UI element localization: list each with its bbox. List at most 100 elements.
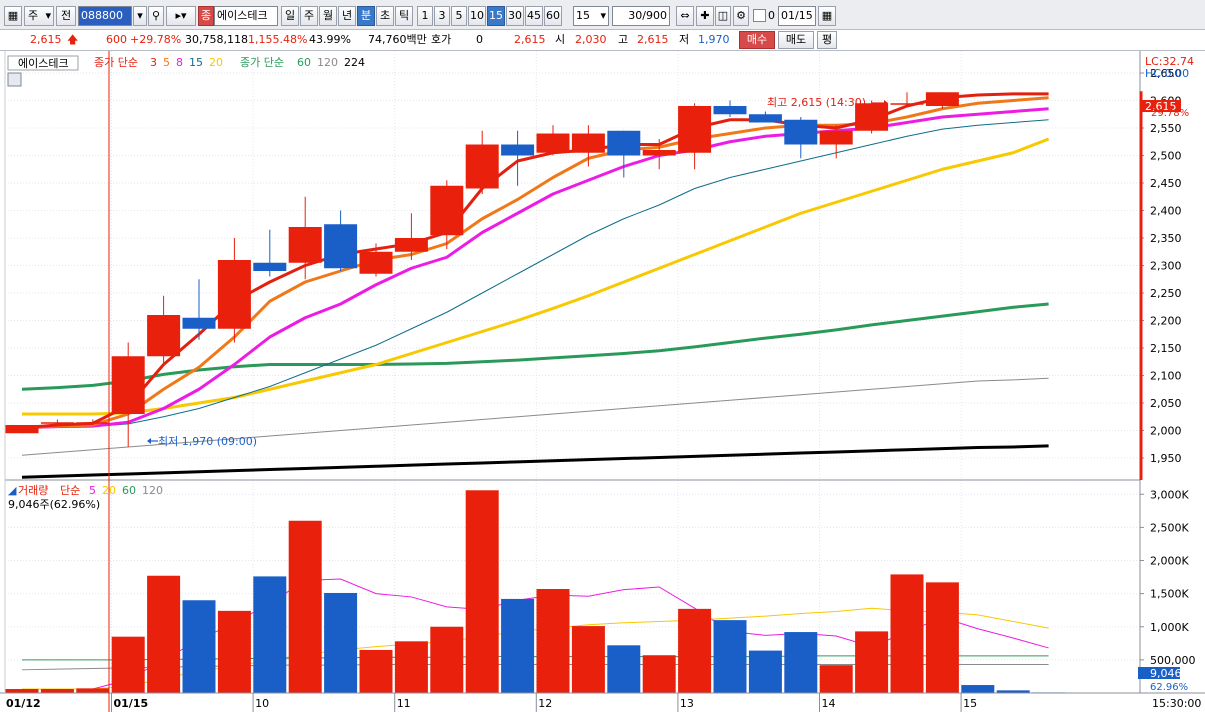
- stock-name-field[interactable]: 에이스테크: [214, 6, 278, 26]
- price-tick-label: 2,400: [1150, 205, 1182, 218]
- candle-body: [819, 130, 853, 145]
- interval-button-5[interactable]: 5: [451, 6, 467, 26]
- interval-button-1[interactable]: 1: [417, 6, 433, 26]
- bid-price: 2,615: [514, 33, 546, 46]
- interval-button-30[interactable]: 30: [506, 6, 524, 26]
- ma-period-15: 15: [189, 56, 203, 69]
- interval-button-45[interactable]: 45: [525, 6, 543, 26]
- price-tick-label: 2,150: [1150, 342, 1182, 355]
- chart-menu-icon[interactable]: ▦: [4, 6, 22, 26]
- price-tick-label: 2,050: [1150, 397, 1182, 410]
- volume-bar: [925, 582, 959, 693]
- search-icon[interactable]: ⚲: [148, 6, 164, 26]
- volume-bar: [501, 598, 535, 693]
- buy-button[interactable]: 매수: [739, 31, 775, 49]
- ma-period-8: 8: [176, 56, 183, 69]
- candle-body: [748, 114, 782, 123]
- stock-tag: 에이스테크: [18, 57, 69, 70]
- candle-body: [571, 133, 605, 153]
- ma-period-60: 60: [122, 484, 136, 497]
- price-tick-label: 2,100: [1150, 370, 1182, 383]
- save-icon[interactable]: ◫: [715, 6, 731, 26]
- candle-body: [678, 106, 712, 153]
- price-tick-label: 2,450: [1150, 177, 1182, 190]
- compress-icon[interactable]: ⇔: [676, 6, 694, 26]
- candle-body: [501, 144, 535, 156]
- volume-bar: [855, 631, 889, 693]
- date-checkbox-label: 0: [768, 9, 775, 22]
- period-tab-4[interactable]: 분: [357, 6, 375, 26]
- volume-tick-label: 2,000K: [1150, 555, 1189, 568]
- stock-code-input[interactable]: 088800: [78, 6, 132, 26]
- date-label: 14: [822, 697, 836, 710]
- period-tab-0[interactable]: 일: [281, 6, 299, 26]
- volume-bar: [678, 608, 712, 693]
- date-label: 12: [538, 697, 552, 710]
- chevron-down-icon: ▾: [600, 9, 606, 22]
- volume-bar: [890, 574, 924, 693]
- turnover-rate: 43.99%: [309, 33, 351, 46]
- volume-bar: [147, 575, 181, 693]
- candle-body: [288, 227, 322, 263]
- price-tick-label: 2,250: [1150, 287, 1182, 300]
- volume-bar: [430, 626, 464, 693]
- candle-body: [642, 150, 676, 156]
- volume-bar: [571, 626, 605, 693]
- price-tick-label: 2,500: [1150, 150, 1182, 163]
- grid-toggle-icon[interactable]: [7, 72, 22, 87]
- high-annotation: 최고 2,615 (14:30): [767, 96, 866, 109]
- candle-body: [76, 422, 110, 424]
- volume-bar: [253, 576, 287, 693]
- volume-bar: [359, 649, 393, 693]
- interval-button-10[interactable]: 10: [468, 6, 486, 26]
- date-label: 01/12: [6, 697, 41, 710]
- ma-period-5: 5: [163, 56, 170, 69]
- interval-button-3[interactable]: 3: [434, 6, 450, 26]
- period-tab-5[interactable]: 초: [376, 6, 394, 26]
- volume-rate: 1,155.48%: [248, 33, 308, 46]
- period-tab-3[interactable]: 년: [338, 6, 356, 26]
- candle-body: [253, 262, 287, 271]
- period-tab-2[interactable]: 월: [319, 6, 337, 26]
- eval-button[interactable]: 평: [817, 31, 837, 49]
- code-type-label: 주: [28, 9, 39, 22]
- volume-bar: [76, 688, 110, 693]
- sell-button[interactable]: 매도: [778, 31, 814, 49]
- interval-button-15[interactable]: 15: [487, 6, 505, 26]
- market-button[interactable]: 전: [56, 6, 76, 26]
- speaker-icon[interactable]: ▸▾: [166, 6, 196, 26]
- date-input[interactable]: 01/15: [778, 6, 816, 26]
- ma-long-label: 종가 단순: [240, 56, 284, 69]
- volume-bar: [324, 592, 358, 693]
- volume-bar: [217, 610, 251, 693]
- date-checkbox[interactable]: [753, 9, 766, 22]
- date-label: 01/15: [114, 697, 149, 710]
- ma-period-224: 224: [344, 56, 365, 69]
- settings-gear-icon[interactable]: ⚙: [733, 6, 749, 26]
- code-dropdown-icon[interactable]: ▾: [133, 6, 147, 26]
- open-value: 2,030: [575, 33, 607, 46]
- hc-label: HC:0.00: [1145, 67, 1189, 80]
- ma-period-60: 60: [297, 56, 311, 69]
- bid-value: 0: [476, 33, 483, 46]
- ma-period-3: 3: [150, 56, 157, 69]
- quote-bar: 2,615 🡅 600 +29.78% 30,758,118 1,155.48%…: [0, 30, 1205, 51]
- volume-bar: [961, 685, 995, 693]
- volume-tick-label: 3,000K: [1150, 488, 1189, 501]
- candle-body: [607, 130, 641, 156]
- candle-body: [890, 103, 924, 105]
- count-input[interactable]: 30/900: [612, 6, 670, 26]
- volume-bar: [40, 689, 74, 693]
- code-type-select[interactable]: 주 ▾: [24, 6, 54, 26]
- period-tab-1[interactable]: 주: [300, 6, 318, 26]
- price-tick-label: 2,000: [1150, 425, 1182, 438]
- calendar-icon[interactable]: ▦: [818, 6, 836, 26]
- price-tick-label: 2,350: [1150, 232, 1182, 245]
- crosshair-icon[interactable]: ✚: [696, 6, 714, 26]
- stock-chart[interactable]: 1,950 2,000 2,050 2,100 2,150 2,200 2,250 2,300…: [0, 51, 1205, 712]
- interval-value-select[interactable]: 15 ▾: [573, 6, 609, 26]
- interval-button-60[interactable]: 60: [544, 6, 562, 26]
- period-tab-6[interactable]: 틱: [395, 6, 413, 26]
- candle-body: [394, 238, 428, 252]
- candle-body: [324, 224, 358, 269]
